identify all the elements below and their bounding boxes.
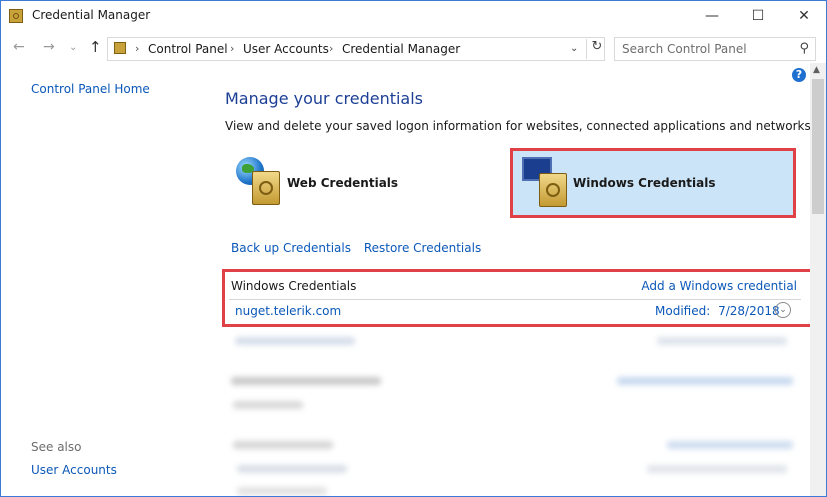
web-credentials-label: Web Credentials xyxy=(287,176,399,190)
search-placeholder: Search Control Panel xyxy=(622,42,747,56)
scroll-up-icon[interactable]: ▲ xyxy=(813,65,820,75)
page-description: View and delete your saved logon informa… xyxy=(225,119,815,133)
address-row: ← → ⌄ ↑ › Control Panel › User Accounts … xyxy=(1,37,826,61)
windows-credentials-section: Windows Credentials Add a Windows creden… xyxy=(222,269,814,327)
blurred-entry xyxy=(231,377,381,385)
blurred-credential-list xyxy=(227,331,799,496)
page-title: Manage your credentials xyxy=(225,89,424,108)
blurred-entry xyxy=(237,487,327,495)
refresh-icon[interactable]: ↻ xyxy=(586,39,605,59)
breadcrumb-separator-icon[interactable]: › xyxy=(329,42,333,55)
credential-manager-icon xyxy=(9,9,23,23)
modified-date: 7/28/2018 xyxy=(718,304,780,318)
back-up-credentials-link[interactable]: Back up Credentials xyxy=(231,241,351,255)
see-also-label: See also xyxy=(31,440,82,454)
windows-credentials-label: Windows Credentials xyxy=(573,176,716,190)
breadcrumb-separator-icon[interactable]: › xyxy=(230,42,234,55)
credential-entry-name[interactable]: nuget.telerik.com xyxy=(235,304,341,318)
blurred-entry xyxy=(237,465,347,473)
breadcrumb-control-panel[interactable]: Control Panel xyxy=(148,42,228,56)
blurred-entry xyxy=(233,441,333,449)
blurred-entry xyxy=(667,441,793,449)
section-title: Windows Credentials xyxy=(231,279,357,293)
search-icon[interactable]: ⚲ xyxy=(799,41,809,56)
modified-label: Modified: xyxy=(655,304,711,318)
credential-actions: Back up Credentials Restore Credentials xyxy=(231,241,490,255)
section-divider xyxy=(229,299,801,300)
blurred-entry xyxy=(233,401,303,409)
minimize-button[interactable]: — xyxy=(689,1,735,31)
vertical-scrollbar[interactable]: ▲ xyxy=(810,63,826,496)
address-dropdown-icon[interactable]: ⌄ xyxy=(570,43,578,54)
recent-locations-chevron-icon[interactable]: ⌄ xyxy=(69,42,77,53)
credential-manager-window: Credential Manager — ☐ ✕ ← → ⌄ ↑ › Contr… xyxy=(0,0,827,497)
forward-arrow-icon[interactable]: → xyxy=(43,39,55,55)
breadcrumb-user-accounts[interactable]: User Accounts xyxy=(243,42,329,56)
control-panel-home-link[interactable]: Control Panel Home xyxy=(31,82,150,96)
breadcrumb-separator-icon[interactable]: › xyxy=(135,42,139,55)
windows-credentials-tile[interactable]: Windows Credentials xyxy=(510,148,796,218)
search-input[interactable]: Search Control Panel ⚲ xyxy=(614,37,816,61)
title-bar: Credential Manager — ☐ ✕ xyxy=(1,1,826,31)
close-button[interactable]: ✕ xyxy=(781,1,826,31)
window-title: Credential Manager xyxy=(32,8,151,22)
address-bar[interactable]: › Control Panel › User Accounts › Creden… xyxy=(107,37,605,61)
expand-chevron-icon[interactable]: ⌄ xyxy=(775,302,791,318)
back-arrow-icon[interactable]: ← xyxy=(13,39,25,55)
add-windows-credential-link[interactable]: Add a Windows credential xyxy=(641,279,797,293)
breadcrumb-credential-manager[interactable]: Credential Manager xyxy=(342,42,460,56)
blurred-entry xyxy=(657,337,787,345)
restore-credentials-link[interactable]: Restore Credentials xyxy=(364,241,481,255)
user-accounts-link[interactable]: User Accounts xyxy=(31,463,117,477)
blurred-entry xyxy=(617,377,793,385)
credential-entry-modified[interactable]: Modified: 7/28/2018 xyxy=(655,304,780,318)
web-credentials-tile[interactable]: Web Credentials xyxy=(230,151,500,215)
blurred-entry xyxy=(647,465,787,473)
maximize-button[interactable]: ☐ xyxy=(735,1,781,31)
vault-icon xyxy=(539,173,567,207)
scrollbar-thumb[interactable] xyxy=(812,79,824,214)
up-arrow-icon[interactable]: ↑ xyxy=(89,38,102,56)
blurred-entry xyxy=(235,337,355,345)
help-icon[interactable]: ? xyxy=(792,68,806,82)
control-panel-icon xyxy=(114,42,126,54)
vault-icon xyxy=(252,171,280,205)
